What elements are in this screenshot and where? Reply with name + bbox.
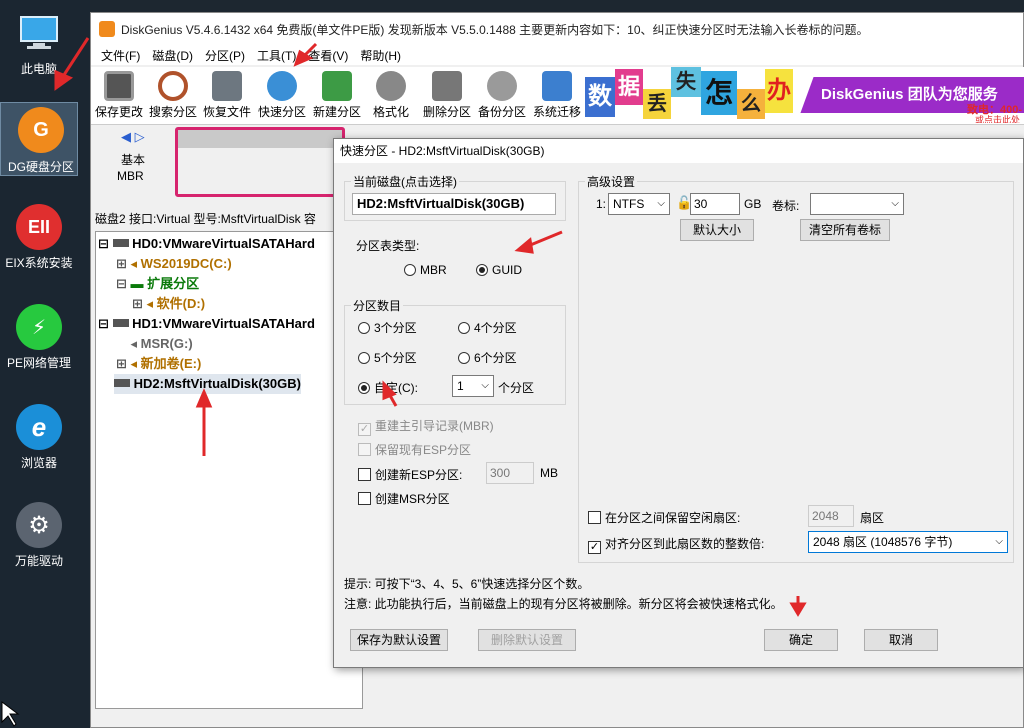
annotation-overlay bbox=[1, 37, 807, 727]
red-arrow-icon bbox=[54, 37, 807, 617]
mouse-cursor-icon bbox=[1, 701, 20, 727]
